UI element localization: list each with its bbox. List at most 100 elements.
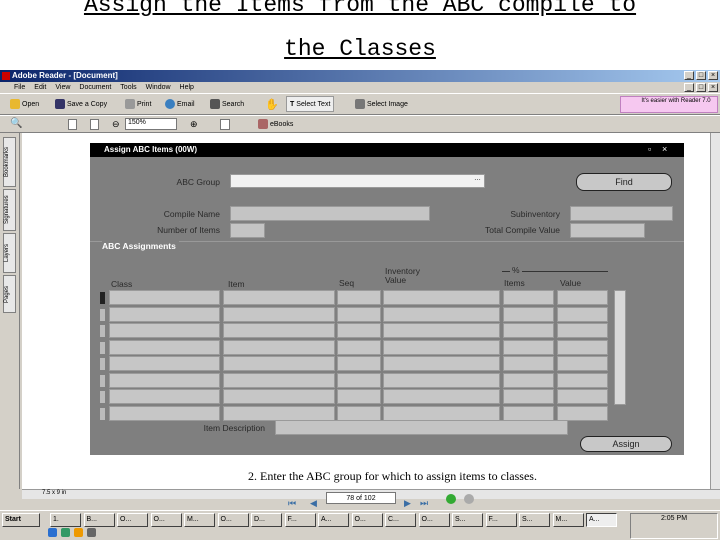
ebooks-button[interactable]: eBooks (258, 116, 293, 132)
email-button[interactable]: Email (165, 96, 195, 112)
taskbar-button[interactable]: M... (184, 513, 215, 527)
row-indicator[interactable] (100, 358, 105, 370)
cell-inventory-value[interactable] (383, 339, 500, 355)
open-button[interactable]: Open (10, 96, 39, 112)
cell-class[interactable] (109, 405, 220, 421)
cell-inventory-value[interactable] (383, 389, 500, 404)
cell-class[interactable] (109, 389, 220, 404)
cell-items[interactable] (503, 323, 554, 338)
cell-items[interactable] (503, 356, 554, 371)
promo-banner[interactable]: It's easier with Reader 7.0 (620, 96, 718, 113)
cell-value[interactable] (557, 306, 608, 322)
taskbar-button[interactable]: C... (385, 513, 416, 527)
cell-value[interactable] (557, 356, 608, 371)
taskbar-button[interactable]: F... (284, 513, 316, 527)
cell-class[interactable] (109, 339, 220, 355)
taskbar-button[interactable]: O... (351, 513, 383, 527)
fit-page-icon[interactable] (90, 119, 99, 130)
tab-bookmarks[interactable]: Bookmarks (3, 137, 16, 187)
next-page-icon[interactable]: ▶ (404, 498, 411, 509)
cell-inventory-value[interactable] (383, 306, 500, 322)
cell-item[interactable] (223, 323, 335, 338)
first-page-icon[interactable]: ⏮ (288, 498, 296, 509)
cell-class[interactable] (109, 356, 220, 371)
cell-items[interactable] (503, 389, 554, 404)
cell-inventory-value[interactable] (383, 323, 500, 338)
back-icon[interactable] (446, 494, 456, 504)
row-indicator[interactable] (100, 391, 105, 403)
cell-item[interactable] (223, 339, 335, 355)
cell-items[interactable] (503, 339, 554, 355)
cell-seq[interactable] (337, 372, 381, 388)
cell-value[interactable] (557, 405, 608, 421)
doc-close-button[interactable]: × (708, 83, 718, 92)
desktop-icon[interactable] (87, 528, 96, 537)
zoom-tool-icon[interactable]: 🔍 (10, 118, 22, 129)
cell-seq[interactable] (337, 389, 381, 404)
lov-icon[interactable]: … (474, 175, 481, 182)
last-page-icon[interactable]: ⏭ (420, 498, 428, 509)
cell-seq[interactable] (337, 290, 381, 305)
tab-layers[interactable]: Layers (3, 233, 16, 273)
doc-minimize-button[interactable]: _ (684, 83, 694, 92)
menu-edit[interactable]: Edit (34, 84, 46, 91)
menu-tools[interactable]: Tools (120, 84, 136, 91)
cell-value[interactable] (557, 389, 608, 404)
menu-window[interactable]: Window (146, 84, 171, 91)
cell-inventory-value[interactable] (383, 356, 500, 371)
tab-signatures[interactable]: Signatures (3, 189, 16, 231)
actual-size-icon[interactable] (68, 119, 77, 130)
cell-value[interactable] (557, 323, 608, 338)
zoom-in-icon[interactable]: ⊕ (190, 119, 198, 130)
cell-seq[interactable] (337, 356, 381, 371)
taskbar-button[interactable]: O... (217, 513, 249, 527)
cell-item[interactable] (223, 356, 335, 371)
taskbar-button[interactable]: 1. (50, 513, 81, 527)
taskbar-button[interactable]: D... (251, 513, 282, 527)
cell-seq[interactable] (337, 339, 381, 355)
page-number-input[interactable]: 78 of 102 (326, 492, 396, 504)
cell-items[interactable] (503, 306, 554, 322)
cell-item[interactable] (223, 290, 335, 305)
prev-page-icon[interactable]: ◀ (310, 498, 317, 509)
grid-scrollbar[interactable] (614, 290, 626, 405)
row-indicator[interactable] (100, 325, 105, 337)
menu-document[interactable]: Document (79, 84, 111, 91)
minimize-button[interactable]: _ (684, 71, 694, 80)
menu-file[interactable]: File (14, 84, 25, 91)
cell-seq[interactable] (337, 323, 381, 338)
taskbar-button[interactable]: A... (318, 513, 349, 527)
cell-item[interactable] (223, 405, 335, 421)
form-close-icon[interactable]: × (662, 144, 667, 154)
app-icon[interactable] (61, 528, 70, 537)
cell-class[interactable] (109, 306, 220, 322)
row-indicator[interactable] (100, 407, 105, 420)
menu-view[interactable]: View (55, 84, 70, 91)
form-maximize-icon[interactable]: ▫ (648, 144, 651, 154)
cell-seq[interactable] (337, 306, 381, 322)
zoom-out-icon[interactable]: ⊖ (112, 119, 120, 130)
cell-items[interactable] (503, 372, 554, 388)
cell-item[interactable] (223, 372, 335, 388)
cell-items[interactable] (503, 405, 554, 421)
row-indicator[interactable] (100, 374, 105, 387)
close-button[interactable]: × (708, 71, 718, 80)
forward-icon[interactable] (464, 494, 474, 504)
search-button[interactable]: Search (210, 96, 244, 112)
rotate-icon[interactable] (220, 119, 230, 130)
taskbar-button[interactable]: O... (117, 513, 148, 527)
row-indicator[interactable] (100, 292, 105, 304)
taskbar-button[interactable]: O... (150, 513, 182, 527)
find-button[interactable]: Find (576, 173, 672, 191)
taskbar-button[interactable]: A... (586, 513, 617, 527)
outlook-icon[interactable] (74, 528, 83, 537)
taskbar-button[interactable]: S... (519, 513, 550, 527)
cell-class[interactable] (109, 323, 220, 338)
taskbar-button[interactable]: S... (452, 513, 483, 527)
zoom-level-input[interactable]: 150% (125, 118, 177, 130)
taskbar-button[interactable]: M... (552, 513, 584, 527)
vertical-scrollbar[interactable] (710, 133, 720, 489)
cell-seq[interactable] (337, 405, 381, 421)
menu-help[interactable]: Help (180, 84, 194, 91)
hand-tool-icon[interactable]: ✋ (265, 98, 279, 111)
